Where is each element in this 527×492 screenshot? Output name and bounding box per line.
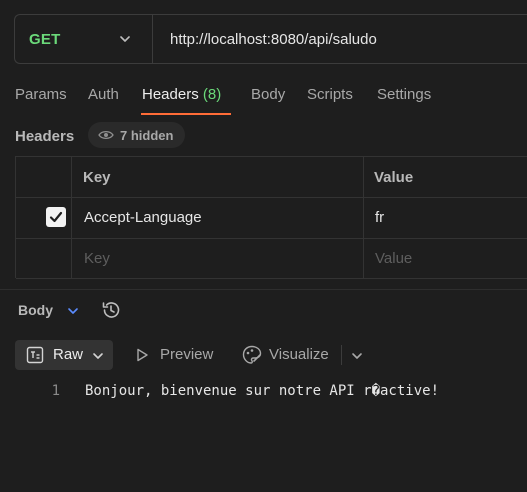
hidden-headers-label: 7 hidden: [120, 127, 174, 143]
hidden-headers-toggle[interactable]: 7 hidden: [88, 122, 186, 148]
raw-format-label: Raw: [53, 346, 84, 363]
header-key-input[interactable]: Accept-Language: [84, 209, 202, 226]
table-header-row: Key Value: [16, 157, 527, 198]
eye-icon: [98, 130, 114, 140]
method-select[interactable]: GET: [15, 15, 153, 63]
response-body-text: Bonjour, bienvenue sur notre API r�activ…: [85, 383, 440, 399]
tab-headers-count: (8): [202, 86, 222, 103]
tab-body[interactable]: Body: [251, 86, 285, 103]
visualize-label: Visualize: [269, 346, 329, 363]
new-header-key-input[interactable]: Key: [84, 250, 110, 267]
check-icon: [49, 211, 63, 223]
headers-section-title: Headers: [15, 128, 75, 145]
header-enabled-checkbox[interactable]: [46, 207, 66, 227]
chevron-down-icon[interactable]: [350, 349, 364, 363]
header-value-input[interactable]: fr: [375, 209, 384, 226]
chevron-down-icon: [93, 353, 103, 359]
tab-scripts[interactable]: Scripts: [307, 86, 353, 103]
response-divider[interactable]: [0, 289, 527, 290]
response-format-toolbar: Raw Preview Visualize: [15, 340, 527, 370]
history-icon[interactable]: [100, 299, 122, 321]
visualize-icon: [242, 345, 262, 364]
table-row: Key Value: [16, 239, 527, 279]
tab-headers-label: Headers: [142, 86, 199, 103]
url-input[interactable]: http://localhost:8080/api/saludo: [170, 31, 377, 48]
raw-text-icon: [26, 346, 44, 364]
method-label: GET: [29, 31, 61, 48]
request-panel: GET http://localhost:8080/api/saludo Par…: [0, 0, 527, 492]
line-number: 1: [51, 383, 60, 399]
play-icon: [137, 348, 148, 362]
tab-headers[interactable]: Headers (8): [142, 86, 221, 103]
headers-table: Key Value Accept-Language fr Key Value: [15, 156, 527, 279]
raw-format-button[interactable]: Raw: [15, 340, 113, 370]
url-bar: GET http://localhost:8080/api/saludo: [14, 14, 527, 64]
table-row: Accept-Language fr: [16, 198, 527, 239]
active-tab-indicator: [141, 113, 231, 115]
column-header-key: Key: [83, 169, 111, 186]
tab-auth[interactable]: Auth: [88, 86, 119, 103]
toolbar-divider: [341, 345, 342, 365]
tab-settings[interactable]: Settings: [377, 86, 431, 103]
tab-params[interactable]: Params: [15, 86, 67, 103]
preview-label: Preview: [160, 346, 214, 363]
chevron-down-icon[interactable]: [66, 304, 80, 318]
column-header-value: Value: [374, 169, 414, 186]
response-body-label[interactable]: Body: [18, 302, 53, 318]
new-header-value-input[interactable]: Value: [375, 250, 412, 267]
chevron-down-icon: [120, 36, 130, 42]
